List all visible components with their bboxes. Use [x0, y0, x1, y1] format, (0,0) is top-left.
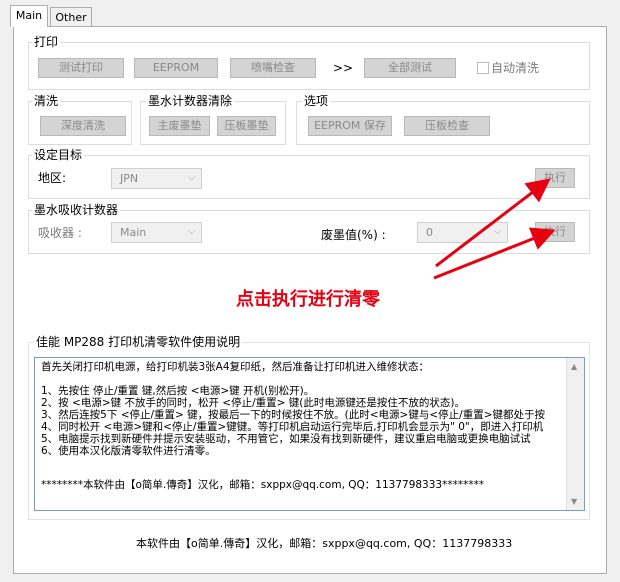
manual-scrollbar[interactable]: ▲ ▼	[566, 358, 584, 510]
footer-credit: 本软件由【o简单.傳奇】汉化，邮箱：sxppx@qq.com, QQ：11377…	[136, 537, 513, 550]
arrow-to-target-execute	[435, 178, 551, 268]
manual-line: 3、然后连按5下 <停止/重置> 键，按最后一下的时候按住不放。(此时<电源>键…	[41, 409, 545, 421]
manual-line: 2、按 <电源>键 不放手的同时，松开 <停止/重置> 键(此时电源键还是按住不…	[41, 397, 465, 409]
manual-line: ********本软件由【o简单.傳奇】汉化，邮箱：sxppx@qq.com, …	[41, 479, 485, 491]
manual-line: 1、先按住 停止/重置 键,然后按 <电源>键 开机(别松开)。	[41, 385, 315, 397]
scroll-up-icon[interactable]: ▲	[571, 362, 577, 371]
scroll-down-icon[interactable]: ▼	[571, 497, 577, 506]
tab-main[interactable]: Main	[10, 5, 48, 27]
manual-title: 佳能 MP288 打印机清零软件使用说明	[34, 335, 243, 349]
manual-textarea[interactable]: 首先关闭打印机电源，给打印机装3张A4复印纸，然后准备让打印机进入维修状态： 1…	[34, 357, 585, 511]
manual-line: 4、同时松开 <电源>键和<停止/重置>键键。等打印机启动运行完毕后,打印机会显…	[41, 421, 544, 433]
annotation-text: 点击执行进行清零	[236, 289, 380, 310]
manual-line: 首先关闭打印机电源，给打印机装3张A4复印纸，然后准备让打印机进入维修状态：	[41, 361, 430, 373]
manual-line: 6、使用本汉化版清零软件进行清零。	[41, 445, 216, 457]
manual-line: 5、电脑提示找到新硬件并提示安装驱动，不用管它，如果没有找到新硬件，建议重启电脑…	[41, 433, 531, 445]
